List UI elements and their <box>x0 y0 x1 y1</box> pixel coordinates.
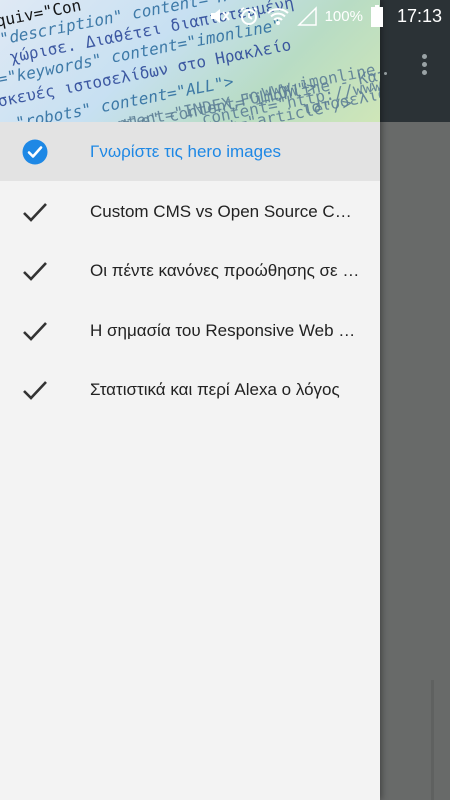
toolbar-dot <box>384 72 387 75</box>
drawer-item-social-media[interactable]: Οι πέντε κανόνες προώθησης σε social med… <box>0 241 380 300</box>
drawer-item-alexa[interactable]: Στατιστικά και περί Alexa ο λόγος <box>0 360 380 419</box>
check-icon <box>23 262 47 281</box>
signal-icon <box>296 6 317 26</box>
drawer-item-responsive[interactable]: Η σημασία του Responsive Web Design <box>0 301 380 360</box>
drawer-item-label: Στατιστικά και περί Alexa ο λόγος <box>90 379 340 399</box>
drawer-item-hero-images[interactable]: Γνωρίστε τις hero images <box>0 122 380 181</box>
check-circle-icon <box>22 139 48 165</box>
drawer-item-label: Custom CMS vs Open Source CMS <box>90 201 360 221</box>
drawer-item-label: Γνωρίστε τις hero images <box>90 141 282 161</box>
alarm-icon <box>240 7 258 25</box>
drawer-item-custom-cms[interactable]: Custom CMS vs Open Source CMS <box>0 182 380 241</box>
navigation-drawer: quiv="Con "description" content="Η imonl… <box>0 0 380 800</box>
scrollbar <box>431 680 434 800</box>
wifi-icon <box>266 8 289 25</box>
check-icon <box>23 203 47 222</box>
drawer-item-label: Οι πέντε κανόνες προώθησης σε social med… <box>90 260 360 280</box>
drawer-item-label: Η σημασία του Responsive Web Design <box>90 320 360 340</box>
check-icon <box>23 322 47 341</box>
status-bar: 100% 17:13 <box>0 0 450 32</box>
battery-icon <box>370 5 383 27</box>
mute-icon <box>210 9 230 23</box>
clock: 17:13 <box>396 5 442 26</box>
battery-percent: 100% <box>324 7 363 25</box>
overflow-menu-icon[interactable] <box>414 54 434 80</box>
check-icon <box>23 381 47 400</box>
